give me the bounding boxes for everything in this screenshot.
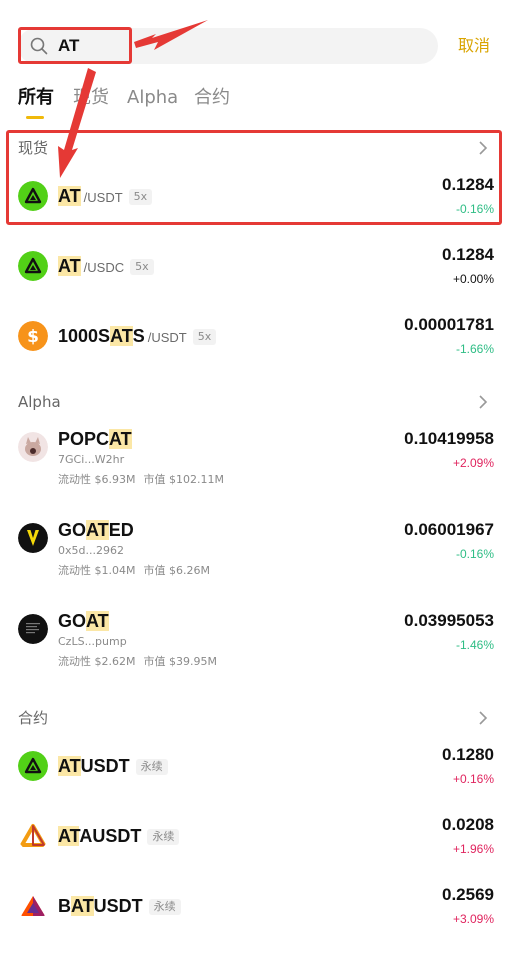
chevron-right-icon[interactable] — [478, 710, 488, 726]
price: 0.1280 — [442, 745, 494, 764]
annotation-result-box — [6, 130, 502, 225]
token-name: GOAT — [58, 611, 109, 631]
list-item[interactable]: AT/USDC 5x 0.1284 +0.00% — [0, 240, 514, 296]
leverage-badge: 5x — [130, 259, 154, 275]
pair-name: BATUSDT 永续 — [58, 895, 181, 917]
pair-name: ATUSDT 永续 — [58, 755, 168, 777]
pair-name: AT/USDC 5x — [58, 255, 154, 279]
bat-token-icon — [21, 896, 45, 916]
goated-token-icon — [18, 523, 48, 553]
change-percent: -1.66% — [455, 342, 494, 356]
perpetual-badge: 永续 — [148, 899, 181, 915]
contract-address: CzLS...pump — [58, 635, 127, 648]
perpetual-badge: 永续 — [147, 829, 180, 845]
contract-address: 7GCi...W2hr — [58, 453, 125, 466]
liquidity-mcap: 流动性 $2.62M 市值 $39.95M — [58, 655, 217, 668]
price: 0.03995053 — [404, 611, 494, 630]
perpetual-badge: 永续 — [135, 759, 168, 775]
price: 0.2569 — [442, 885, 494, 904]
price: 0.00001781 — [404, 315, 494, 334]
cancel-button[interactable]: 取消 — [458, 36, 490, 56]
price: 0.1284 — [442, 245, 494, 264]
tab-alpha[interactable]: Alpha — [127, 86, 178, 110]
ata-token-icon — [20, 824, 46, 847]
change-percent: +0.00% — [452, 272, 494, 286]
list-item[interactable]: GOAT CzLS...pump 流动性 $2.62M 市值 $39.95M 0.… — [0, 606, 514, 676]
price: 0.0208 — [442, 815, 494, 834]
liquidity-mcap: 流动性 $6.93M 市值 $102.11M — [58, 473, 224, 486]
liquidity-mcap: 流动性 $1.04M 市值 $6.26M — [58, 564, 210, 577]
change-percent: +2.09% — [452, 456, 494, 470]
price: 0.10419958 — [404, 429, 494, 448]
list-item[interactable]: BATUSDT 永续 0.2569 +3.09% — [0, 880, 514, 936]
list-item[interactable]: ATUSDT 永续 0.1280 +0.16% — [0, 740, 514, 796]
change-percent: +1.96% — [452, 842, 494, 856]
chevron-right-icon[interactable] — [478, 394, 488, 410]
annotation-search-box — [18, 27, 132, 64]
token-name: GOATED — [58, 520, 134, 540]
list-item[interactable]: GOATED 0x5d...2962 流动性 $1.04M 市值 $6.26M 0… — [0, 515, 514, 585]
change-percent: -0.16% — [455, 547, 494, 561]
list-item[interactable]: POPCAT 7GCi...W2hr 流动性 $6.93M 市值 $102.11M… — [0, 424, 514, 494]
section-title-alpha: Alpha — [18, 393, 61, 411]
change-percent: -1.46% — [455, 638, 494, 652]
tab-all[interactable]: 所有 — [18, 86, 54, 110]
section-title-futures: 合约 — [18, 709, 49, 727]
tab-futures[interactable]: 合约 — [194, 86, 230, 110]
list-item[interactable]: ATAUSDT 永续 0.0208 +1.96% — [0, 810, 514, 866]
tab-spot[interactable]: 现货 — [73, 86, 109, 110]
list-item[interactable]: $ 1000SATS/USDT 5x 0.00001781 -1.66% — [0, 310, 514, 366]
at-token-icon — [18, 751, 48, 781]
at-token-icon — [18, 251, 48, 281]
pair-name: 1000SATS/USDT 5x — [58, 325, 217, 349]
change-percent: +3.09% — [452, 912, 494, 926]
leverage-badge: 5x — [192, 329, 217, 345]
active-tab-indicator — [26, 116, 44, 119]
sats-token-icon: $ — [18, 321, 48, 351]
goat-token-icon — [18, 614, 48, 644]
svg-text:$: $ — [27, 327, 39, 347]
pair-name: ATAUSDT 永续 — [58, 825, 180, 847]
price: 0.06001967 — [404, 520, 494, 539]
change-percent: +0.16% — [452, 772, 494, 786]
popcat-token-icon — [18, 432, 48, 462]
token-name: POPCAT — [58, 429, 132, 449]
contract-address: 0x5d...2962 — [58, 544, 124, 557]
